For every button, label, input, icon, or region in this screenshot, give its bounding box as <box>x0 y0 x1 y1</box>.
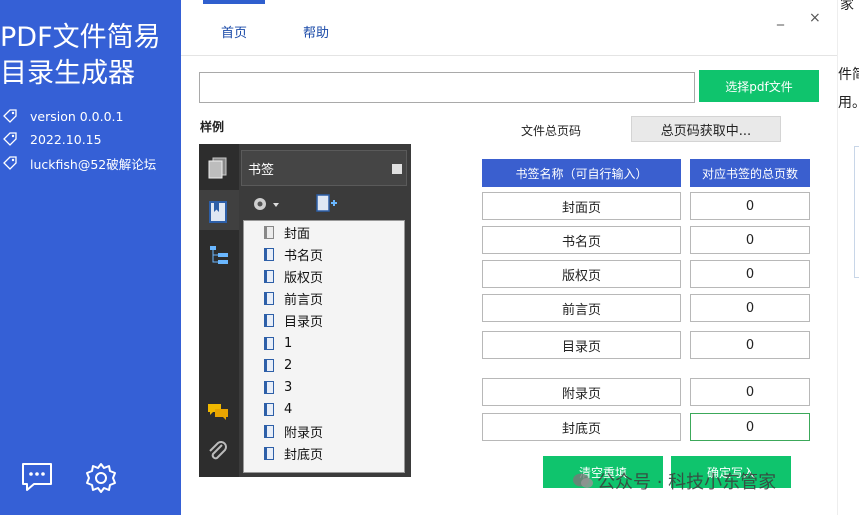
list-item: 目录页 <box>264 310 323 330</box>
sample-image: 书签 封面 书名页 版权页 前言页 目录页 1 2 3 4 附录页 封底页 <box>199 144 411 477</box>
sample-item-label: 目录页 <box>284 314 324 330</box>
pages-icon <box>208 157 227 179</box>
sample-item-label: 前言页 <box>284 292 324 308</box>
bookmark-icon <box>264 291 274 305</box>
sample-item-label: 2 <box>284 357 293 373</box>
list-item: 书名页 <box>264 244 323 264</box>
list-item: 2 <box>264 355 292 375</box>
background-text: 家 <box>840 0 854 13</box>
sample-item-label: 版权页 <box>284 270 324 286</box>
author-text: luckfish@52破解论坛 <box>30 156 157 172</box>
bookmark-pages-input[interactable]: 0 <box>690 413 810 441</box>
tab-home[interactable]: 首页 <box>221 22 247 41</box>
bookmark-icon <box>264 446 274 460</box>
sample-label: 样例 <box>200 120 225 134</box>
tree-icon <box>210 246 228 264</box>
sidebar: PDF文件简易 目录生成器 version 0.0.0.1 2022.10.15… <box>0 0 181 515</box>
collapse-icon <box>392 164 402 174</box>
bookmark-pages-input[interactable]: 0 <box>690 378 810 406</box>
list-item: 附录页 <box>264 421 323 441</box>
close-button[interactable]: × <box>809 10 821 26</box>
list-item: 前言页 <box>264 288 323 308</box>
sample-panel-title: 书签 <box>248 162 275 178</box>
bookmark-icon <box>264 313 274 327</box>
minimize-button[interactable]: _ <box>777 10 784 26</box>
sample-toolbar <box>243 190 403 218</box>
list-item: 封面 <box>264 222 310 242</box>
bookmark-icon <box>264 247 274 261</box>
tag-icon <box>3 109 17 123</box>
attachment-icon <box>209 441 227 460</box>
select-pdf-button[interactable]: 选择pdf文件 <box>699 70 819 102</box>
sample-item-label: 书名页 <box>284 248 324 264</box>
tag-icon <box>3 156 17 170</box>
app-title-line1: PDF文件简易 <box>0 22 161 53</box>
sample-bookmarks-header: 书签 <box>241 150 407 186</box>
chat-icon[interactable] <box>20 461 54 493</box>
author-row: luckfish@52破解论坛 <box>2 153 156 173</box>
bookmark-pages-input[interactable]: 0 <box>690 331 810 359</box>
bookmark-icon <box>264 402 274 416</box>
settings-icon[interactable] <box>84 461 118 495</box>
app-title-line2: 目录生成器 <box>0 58 135 89</box>
bookmark-pages-input[interactable]: 0 <box>690 192 810 220</box>
bookmark-icon <box>264 380 274 394</box>
sample-item-label: 附录页 <box>284 425 324 441</box>
date-row: 2022.10.15 <box>2 129 102 149</box>
bookmark-icon <box>264 225 274 239</box>
bookmark-icon <box>264 358 274 372</box>
bookmark-name-input[interactable]: 封底页 <box>482 413 681 441</box>
bookmark-name-input[interactable]: 目录页 <box>482 331 681 359</box>
list-item: 1 <box>264 333 292 353</box>
sample-item-label: 封底页 <box>284 447 324 463</box>
date-text: 2022.10.15 <box>30 131 102 147</box>
tag-icon <box>3 132 17 146</box>
total-pages-value: 总页码获取中... <box>631 116 781 142</box>
new-bookmark-icon <box>316 194 337 212</box>
bookmark-icon <box>264 269 274 283</box>
bookmark-name-header: 书签名称（可自行输入） <box>482 159 681 187</box>
bookmark-name-input[interactable]: 封面页 <box>482 192 681 220</box>
bookmark-pages-input[interactable]: 0 <box>690 294 810 322</box>
sample-item-label: 3 <box>284 379 293 395</box>
tab-divider <box>181 55 837 56</box>
background-window: 家 件简 用。 <box>837 0 859 515</box>
bookmark-name-input[interactable]: 版权页 <box>482 260 681 288</box>
main-panel: 首页 帮助 _ × 选择pdf文件 样例 文件总页码 总页码获取中... 书签 … <box>181 0 837 515</box>
app-title: PDF文件简易 目录生成器 <box>0 20 181 92</box>
tab-active-indicator <box>203 0 265 4</box>
wechat-icon <box>573 473 593 488</box>
version-row: version 0.0.0.1 <box>2 106 124 126</box>
background-text: 用。 <box>838 95 859 111</box>
sample-bookmark-list: 封面 书名页 版权页 前言页 目录页 1 2 3 4 附录页 封底页 <box>243 220 405 473</box>
bookmark-pages-header: 对应书签的总页数 <box>690 159 810 187</box>
bookmark-panel-icon <box>209 201 227 223</box>
bookmark-name-input[interactable]: 书名页 <box>482 226 681 254</box>
background-box <box>854 146 859 278</box>
file-path-input[interactable] <box>199 72 695 103</box>
bookmark-icon <box>264 336 274 350</box>
options-gear-icon <box>254 198 279 210</box>
bookmark-pages-input[interactable]: 0 <box>690 226 810 254</box>
list-item: 3 <box>264 377 292 397</box>
sample-item-label: 1 <box>284 335 293 351</box>
bookmark-pages-input[interactable]: 0 <box>690 260 810 288</box>
comments-icon <box>208 404 228 420</box>
watermark-text: 公众号 · 科技小东管家 <box>597 472 777 493</box>
list-item: 4 <box>264 399 292 419</box>
sample-item-label: 封面 <box>284 226 311 242</box>
bookmark-icon <box>264 424 274 438</box>
list-item: 版权页 <box>264 266 323 286</box>
background-text: 件简 <box>838 67 859 83</box>
list-item: 封底页 <box>264 443 323 463</box>
total-pages-label: 文件总页码 <box>521 124 582 138</box>
bookmark-name-input[interactable]: 附录页 <box>482 378 681 406</box>
sample-item-label: 4 <box>284 401 293 417</box>
version-text: version 0.0.0.1 <box>30 108 124 124</box>
tab-help[interactable]: 帮助 <box>303 22 329 41</box>
bookmark-name-input[interactable]: 前言页 <box>482 294 681 322</box>
